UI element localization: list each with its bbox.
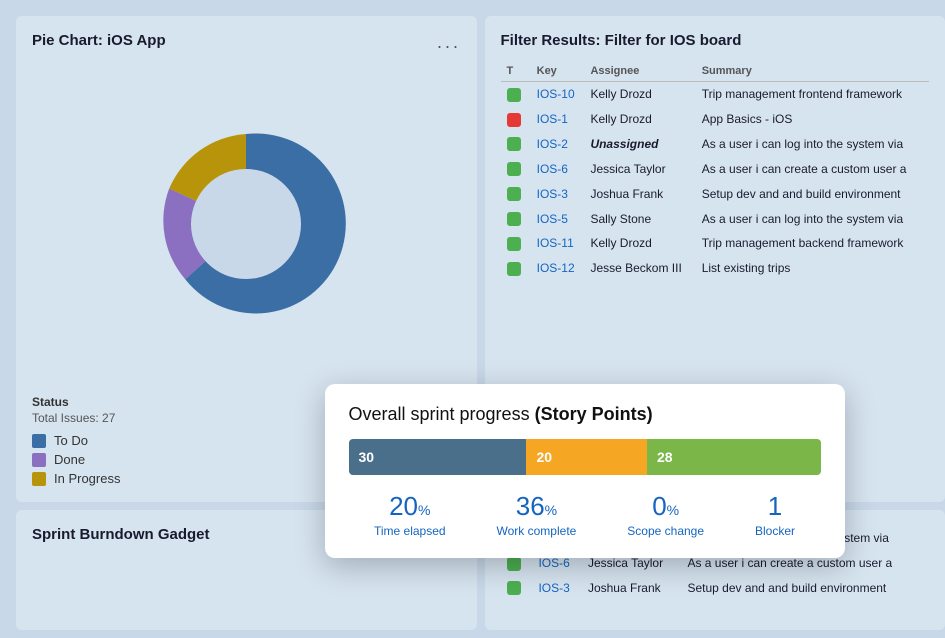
row-assignee: Kelly Drozd — [584, 107, 695, 132]
stat-work-complete: 36% Work complete — [497, 493, 577, 538]
row-summary: Trip management backend framework — [696, 231, 929, 256]
row-assignee: Kelly Drozd — [584, 82, 695, 107]
stat-blocker-value: 1 — [755, 493, 795, 520]
row-key[interactable]: IOS-3 — [531, 181, 585, 206]
row-type-icon — [501, 576, 533, 601]
row-key[interactable]: IOS-11 — [531, 231, 585, 256]
progress-seg-green: 28 — [647, 439, 821, 475]
table-row[interactable]: IOS-5 Sally Stone As a user i can log in… — [501, 206, 930, 231]
row-key[interactable]: IOS-3 — [532, 576, 581, 601]
legend-dot-todo — [32, 434, 46, 448]
pie-chart-header: Pie Chart: iOS App ··· — [32, 32, 461, 61]
row-type-icon — [501, 107, 531, 132]
row-assignee: Kelly Drozd — [584, 231, 695, 256]
sprint-title-bold: (Story Points) — [535, 404, 653, 424]
legend-dot-inprogress — [32, 472, 46, 486]
row-assignee: Joshua Frank — [582, 576, 682, 601]
progress-seg-orange: 20 — [526, 439, 647, 475]
stat-blocker: 1 Blocker — [755, 493, 795, 538]
pie-chart-title: Pie Chart: iOS App — [32, 32, 166, 49]
row-assignee: Jessica Taylor — [584, 156, 695, 181]
row-summary: Setup dev and and build environment — [696, 181, 929, 206]
table-row[interactable]: IOS-11 Kelly Drozd Trip management backe… — [501, 231, 930, 256]
row-type-icon — [501, 132, 531, 157]
main-layout: Pie Chart: iOS App ··· Status Total Issu… — [8, 8, 945, 638]
stat-time-elapsed: 20% Time elapsed — [374, 493, 446, 538]
table-row[interactable]: IOS-2 Unassigned As a user i can log int… — [501, 132, 930, 157]
col-key: Key — [531, 61, 585, 82]
row-summary: List existing trips — [696, 256, 929, 281]
sprint-progress-overlay: Overall sprint progress (Story Points) 3… — [325, 384, 845, 558]
sprint-title-text: Overall sprint progress — [349, 404, 530, 424]
row-assignee: Joshua Frank — [584, 181, 695, 206]
table-row[interactable]: IOS-3 Joshua Frank Setup dev and and bui… — [501, 181, 930, 206]
row-key[interactable]: IOS-1 — [531, 107, 585, 132]
row-type-icon — [501, 231, 531, 256]
pie-chart-area — [32, 69, 461, 379]
row-type-icon — [501, 82, 531, 107]
row-assignee: Sally Stone — [584, 206, 695, 231]
filter-table-body: IOS-10 Kelly Drozd Trip management front… — [501, 82, 930, 281]
legend-label-inprogress: In Progress — [54, 471, 120, 486]
row-key[interactable]: IOS-5 — [531, 206, 585, 231]
row-summary: Trip management frontend framework — [696, 82, 929, 107]
row-key[interactable]: IOS-10 — [531, 82, 585, 107]
legend-label-todo: To Do — [54, 433, 88, 448]
table-row[interactable]: IOS-6 Jessica Taylor As a user i can cre… — [501, 156, 930, 181]
col-summary: Summary — [696, 61, 929, 82]
filter-table: T Key Assignee Summary IOS-10 Kelly Droz… — [501, 61, 930, 281]
stat-scope-label: Scope change — [627, 524, 704, 538]
col-assignee: Assignee — [584, 61, 695, 82]
stat-scope-value: 0% — [627, 493, 704, 520]
donut-hole — [191, 169, 301, 279]
stat-time-label: Time elapsed — [374, 524, 446, 538]
row-summary: App Basics - iOS — [696, 107, 929, 132]
row-type-icon — [501, 256, 531, 281]
filter-results-title: Filter Results: Filter for IOS board — [501, 32, 930, 49]
stat-work-value: 36% — [497, 493, 577, 520]
legend-dot-done — [32, 453, 46, 467]
row-summary: Setup dev and and build environment — [681, 576, 929, 601]
table-row[interactable]: IOS-12 Jesse Beckom III List existing tr… — [501, 256, 930, 281]
row-summary: As a user i can log into the system via — [696, 132, 929, 157]
more-options-icon[interactable]: ··· — [437, 36, 461, 57]
stat-work-label: Work complete — [497, 524, 577, 538]
row-summary: As a user i can create a custom user a — [696, 156, 929, 181]
stat-time-value: 20% — [374, 493, 446, 520]
sprint-stats: 20% Time elapsed 36% Work complete 0% Sc… — [349, 493, 821, 538]
row-key[interactable]: IOS-2 — [531, 132, 585, 157]
row-key[interactable]: IOS-6 — [531, 156, 585, 181]
col-type: T — [501, 61, 531, 82]
filter-table-header: T Key Assignee Summary — [501, 61, 930, 82]
sprint-progress-title: Overall sprint progress (Story Points) — [349, 404, 821, 425]
row-summary: As a user i can log into the system via — [696, 206, 929, 231]
row-assignee: Unassigned — [584, 132, 695, 157]
row-type-icon — [501, 156, 531, 181]
progress-seg-blue: 30 — [349, 439, 527, 475]
table-row[interactable]: IOS-3 Joshua Frank Setup dev and and bui… — [501, 576, 930, 601]
stat-scope-change: 0% Scope change — [627, 493, 704, 538]
table-row[interactable]: IOS-1 Kelly Drozd App Basics - iOS — [501, 107, 930, 132]
stat-blocker-label: Blocker — [755, 524, 795, 538]
legend-label-done: Done — [54, 452, 85, 467]
progress-bar: 30 20 28 — [349, 439, 821, 475]
row-assignee: Jesse Beckom III — [584, 256, 695, 281]
row-key[interactable]: IOS-12 — [531, 256, 585, 281]
table-row[interactable]: IOS-10 Kelly Drozd Trip management front… — [501, 82, 930, 107]
donut-svg — [146, 124, 346, 324]
row-type-icon — [501, 206, 531, 231]
row-type-icon — [501, 181, 531, 206]
